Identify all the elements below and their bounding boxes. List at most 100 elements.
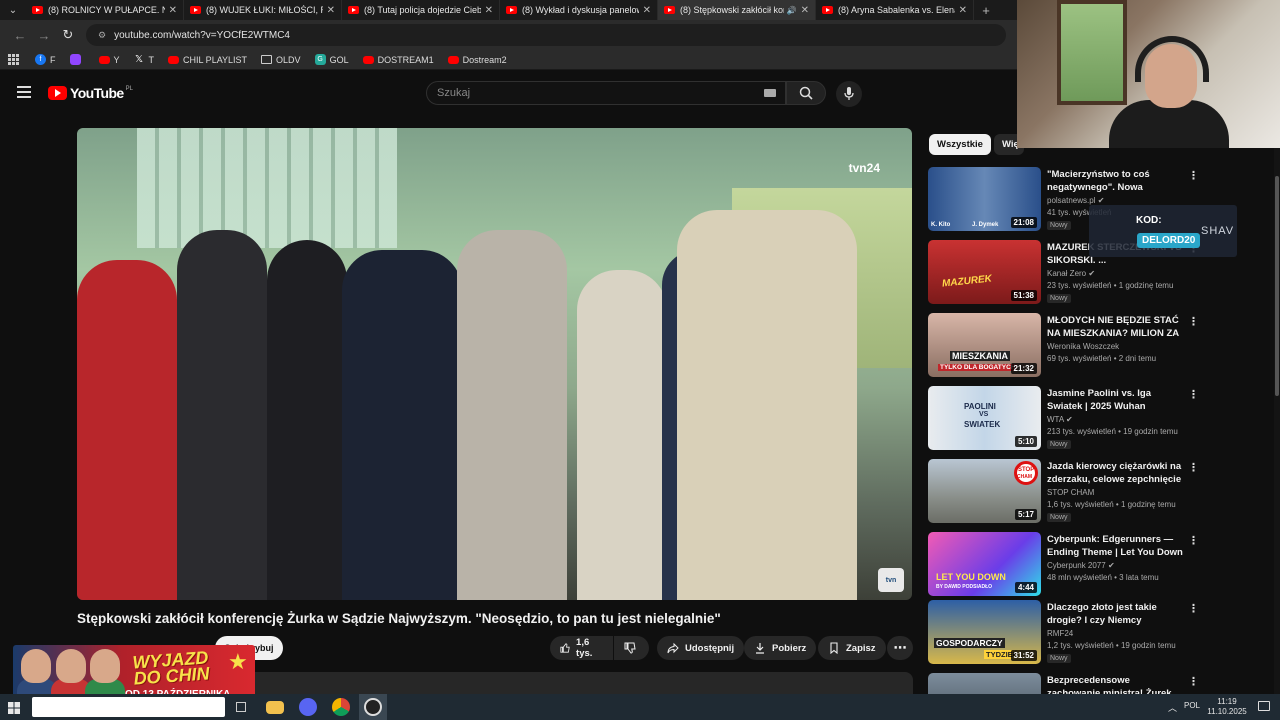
discord-icon[interactable] — [299, 698, 317, 716]
close-tab-icon[interactable]: ✕ — [959, 5, 967, 16]
more-options-icon[interactable]: ⋮ — [1188, 315, 1199, 328]
bookmark-gol[interactable]: G GOL — [314, 54, 349, 65]
video-thumbnail[interactable]: LET YOU DOWN BY DAWID PODSIADŁO 4:44 — [928, 532, 1041, 596]
obs-icon[interactable] — [364, 698, 382, 716]
search-input[interactable]: Szukaj — [426, 81, 786, 105]
video-thumbnail[interactable]: GOSPODARCZY TYDZIEŃ 31:52 — [928, 600, 1041, 664]
chrome-icon[interactable] — [332, 698, 350, 716]
recommendation-item[interactable]: GOSPODARCZY TYDZIEŃ 31:52 Dlaczego złoto… — [928, 600, 1278, 666]
dislike-button[interactable] — [614, 636, 649, 660]
browser-tab-3[interactable]: (8) Tutaj policja dojedzie Ciebie ✕ — [342, 0, 500, 20]
bookmark-chil-playlist[interactable]: CHIL PLAYLIST — [168, 55, 247, 65]
voice-search-button[interactable] — [836, 81, 862, 107]
tray-chevron-icon[interactable]: ︿ — [1168, 701, 1177, 714]
more-options-icon[interactable]: ⋮ — [1188, 534, 1199, 547]
close-tab-icon[interactable]: ✕ — [801, 5, 809, 16]
download-button[interactable]: Pobierz — [744, 636, 817, 660]
recommendation-item[interactable]: PAOLINI VS SWIATEK 5:10 Jasmine Paolini … — [928, 386, 1278, 452]
close-tab-icon[interactable]: ✕ — [169, 5, 177, 16]
video-thumbnail[interactable]: STOP CHAM 5:17 — [928, 459, 1041, 523]
bookmark-dostream1[interactable]: DOSTREAM1 — [362, 55, 434, 65]
reload-icon[interactable]: ↻ — [56, 27, 80, 43]
recommendation-title[interactable]: Bezprecedensowe zachowanie ministra! Żur… — [1047, 674, 1185, 694]
bookmark-x[interactable]: 𝕏T — [134, 54, 154, 65]
video-player[interactable]: tvn24 tvn — [77, 128, 912, 600]
file-explorer-icon[interactable] — [266, 701, 284, 714]
bookmark-facebook[interactable]: fF — [35, 54, 56, 65]
channel-name[interactable]: Cyberpunk 2077 ✔ — [1047, 561, 1115, 570]
browser-tab-6[interactable]: (8) Aryna Sabalenka vs. Elena R✕ — [816, 0, 974, 20]
tab-search-chevron-icon[interactable]: ⌄ — [0, 0, 26, 20]
video-thumbnail[interactable]: K. Kito J. Dymek 21:08 — [928, 167, 1041, 231]
chip-all[interactable]: Wszystkie — [929, 134, 991, 155]
download-icon — [756, 643, 764, 654]
browser-tab-2[interactable]: (8) WUJEK ŁUKI: MIŁOŚCI, RELA✕ — [184, 0, 342, 20]
channel-name[interactable]: WTA ✔ — [1047, 415, 1073, 424]
language-indicator[interactable]: POL — [1184, 701, 1200, 710]
url-omnibox[interactable]: ⚙ youtube.com/watch?v=YOCfE2WTMC4 — [86, 24, 1006, 46]
task-view-icon[interactable] — [236, 702, 246, 712]
facebook-icon: f — [35, 54, 46, 65]
browser-tab-5-active[interactable]: (8) Stępkowski zakłócił konf 🔊 ✕ — [658, 0, 816, 20]
recommendation-title[interactable]: Jasmine Paolini vs. Iga Swiatek | 2025 W… — [1047, 387, 1185, 413]
save-button[interactable]: Zapisz — [818, 636, 886, 660]
apps-grid-icon[interactable] — [8, 54, 19, 65]
browser-tab-4[interactable]: (8) Wykład i dyskusja panelowa ✕ — [500, 0, 658, 20]
duration-badge: 21:32 — [1010, 363, 1037, 374]
site-info-icon[interactable]: ⚙ — [98, 30, 106, 41]
bookmark-folder-oldv[interactable]: OLDV — [261, 55, 301, 65]
menu-hamburger-icon[interactable] — [17, 86, 31, 98]
taskbar-search-input[interactable] — [32, 697, 225, 717]
page-scrollbar[interactable] — [1274, 76, 1280, 694]
thumbnail-caption: K. Kito — [931, 222, 951, 228]
like-button[interactable]: 1,6 tys. — [550, 636, 613, 660]
recommendation-title[interactable]: Jazda kierowcy ciężarówki na zderzaku, c… — [1047, 460, 1185, 486]
channel-name[interactable]: polsatnews.pl ✔ — [1047, 196, 1104, 205]
more-options-icon[interactable]: ⋮ — [1188, 602, 1199, 615]
thumbnail-caption: SWIATEK — [964, 420, 1001, 429]
new-tab-plus-icon[interactable]: + — [974, 0, 998, 20]
search-button[interactable] — [786, 81, 826, 105]
back-arrow-icon[interactable]: ← — [8, 28, 32, 43]
bookmark-youtube[interactable]: Y — [98, 55, 120, 65]
recommendation-title[interactable]: Dlaczego złoto jest takie drogie? I czy … — [1047, 601, 1185, 627]
channel-name[interactable]: RMF24 — [1047, 629, 1073, 638]
video-thumbnail[interactable]: MAZUREK 51:38 — [928, 240, 1041, 304]
recommendation-item[interactable]: MIESZKANIA TYLKO DLA BOGATYCH 21:32 MŁOD… — [928, 313, 1278, 379]
channel-name[interactable]: Weronika Woszczek — [1047, 342, 1119, 351]
notification-icon[interactable] — [1258, 701, 1270, 711]
taskbar-clock[interactable]: 11:19 11.10.2025 — [1205, 697, 1249, 717]
more-options-icon[interactable]: ⋮ — [1188, 461, 1199, 474]
close-tab-icon[interactable]: ✕ — [485, 5, 493, 16]
more-options-icon[interactable]: ⋮ — [1188, 169, 1199, 182]
view-count: 1,2 tys. wyświetleń • 19 godzin temu — [1047, 641, 1176, 650]
recommendation-title[interactable]: MŁODYCH NIE BĘDZIE STAĆ NA MIESZKANIA? M… — [1047, 314, 1185, 340]
recommendation-item[interactable]: Bezprecedensowe zachowanie ministra! Żur… — [928, 673, 1278, 694]
channel-name[interactable]: Kanał Zero ✔ — [1047, 269, 1095, 278]
more-options-icon[interactable]: ⋮ — [1188, 388, 1199, 401]
thumbnail-caption: LET YOU DOWN — [936, 572, 1006, 582]
bookmark-dostream2[interactable]: Dostream2 — [447, 55, 507, 65]
browser-tab-1[interactable]: (8) ROLNICY W PUŁAPCE. NIKT✕ — [26, 0, 184, 20]
more-options-icon[interactable]: ⋮ — [1188, 675, 1199, 688]
recommendation-item[interactable]: LET YOU DOWN BY DAWID PODSIADŁO 4:44 Cyb… — [928, 532, 1278, 598]
scrollbar-thumb[interactable] — [1275, 176, 1279, 396]
more-actions-button[interactable]: ⋯ — [887, 636, 913, 660]
recommendation-title[interactable]: Cyberpunk: Edgerunners — Ending Theme | … — [1047, 533, 1185, 559]
forward-arrow-icon[interactable]: → — [32, 28, 56, 43]
speaker-icon[interactable]: 🔊 — [787, 6, 797, 15]
channel-name[interactable]: STOP CHAM — [1047, 488, 1094, 497]
share-button[interactable]: Udostępnij — [657, 636, 745, 660]
youtube-logo[interactable]: YouTube PL — [48, 85, 133, 101]
start-windows-icon[interactable] — [8, 701, 20, 714]
recommendation-item[interactable]: STOP CHAM 5:17 Jazda kierowcy ciężarówki… — [928, 459, 1278, 525]
video-thumbnail[interactable]: PAOLINI VS SWIATEK 5:10 — [928, 386, 1041, 450]
bookmark-twitch[interactable] — [69, 54, 85, 65]
video-thumbnail[interactable]: MIESZKANIA TYLKO DLA BOGATYCH 21:32 — [928, 313, 1041, 377]
recommendation-title[interactable]: "Macierzyństwo to coś negatywnego". Nowa… — [1047, 168, 1185, 194]
verified-icon: ✔ — [1088, 269, 1096, 278]
keyboard-icon[interactable] — [764, 89, 776, 97]
close-tab-icon[interactable]: ✕ — [327, 5, 335, 16]
close-tab-icon[interactable]: ✕ — [643, 5, 651, 16]
video-thumbnail[interactable] — [928, 673, 1041, 694]
